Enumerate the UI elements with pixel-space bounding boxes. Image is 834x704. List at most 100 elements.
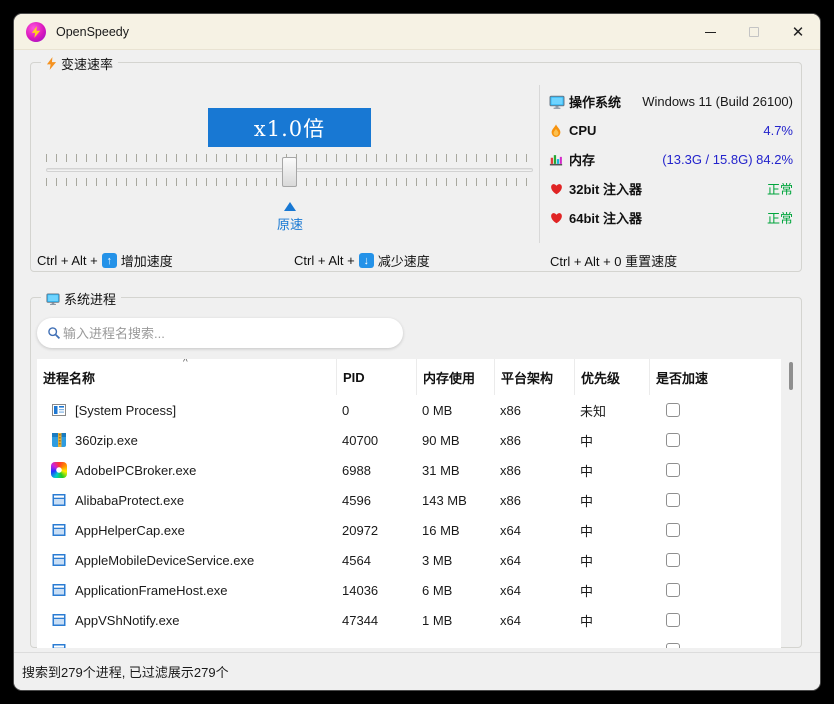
maximize-icon (749, 27, 759, 37)
system-processes-group-title: 系统进程 (41, 289, 121, 308)
table-row[interactable]: 360zip.exe4070090 MBx86中 (37, 425, 781, 455)
accelerate-checkbox[interactable] (666, 493, 680, 507)
openspeedy-window: OpenSpeedy ✕ 变速速率 x1.0倍 原速 (14, 14, 820, 690)
accelerate-cell (649, 583, 781, 597)
memory-value: (13.3G / 15.8G) 84.2% (662, 152, 793, 167)
origin-speed-marker: 原速 (250, 202, 330, 233)
injector32-info-row: 32bit 注入器 正常 (549, 174, 793, 203)
pid-cell: 0 (336, 403, 416, 418)
speed-slider[interactable] (46, 154, 533, 190)
priority-cell: 中 (574, 491, 649, 510)
memory-info-row: 内存 (13.3G / 15.8G) 84.2% (549, 145, 793, 174)
memory-cell: 16 MB (416, 523, 494, 538)
os-value: Windows 11 (Build 26100) (642, 94, 793, 109)
memory-cell: 1 MB (416, 613, 494, 628)
arch-cell: x64 (494, 553, 574, 568)
priority-cell: 中 (574, 551, 649, 570)
arch-cell: x64 (494, 523, 574, 538)
process-name-cell: 360zip.exe (37, 432, 336, 448)
accelerate-checkbox[interactable] (666, 643, 680, 648)
memory-cell: 143 MB (416, 493, 494, 508)
pid-cell: 6988 (336, 463, 416, 478)
table-row[interactable]: AdobeIPCBroker.exe 698831 MBx86中 (37, 455, 781, 485)
memory-cell: 90 MB (416, 433, 494, 448)
screen: OpenSpeedy ✕ 变速速率 x1.0倍 原速 (0, 0, 834, 704)
window-process-icon (51, 402, 67, 418)
table-row[interactable]: AppleMobileDeviceService.exe45643 MBx64中 (37, 545, 781, 575)
accelerate-cell (649, 613, 781, 627)
zip-process-icon (51, 432, 67, 448)
minimize-button[interactable] (688, 14, 732, 50)
injector32-status: 正常 (767, 179, 793, 198)
app-process-icon (51, 612, 67, 628)
down-arrow-key-icon: ↓ (359, 253, 374, 268)
priority-cell: 中 (574, 461, 649, 480)
injector64-status: 正常 (767, 208, 793, 227)
accelerate-checkbox[interactable] (666, 553, 680, 567)
close-button[interactable]: ✕ (776, 14, 820, 50)
process-name: AdobeIPCBroker.exe (75, 463, 196, 478)
accelerate-checkbox[interactable] (666, 583, 680, 597)
shortcut-decrease-speed: Ctrl + Alt + ↓ 减少速度 (294, 251, 430, 270)
search-input[interactable] (63, 326, 393, 341)
slider-handle[interactable] (282, 157, 297, 187)
column-header-arch[interactable]: 平台架构 (494, 359, 574, 395)
status-bar: 搜索到279个进程, 已过滤展示279个 (14, 652, 820, 690)
process-name: 360zip.exe (75, 433, 138, 448)
status-text: 搜索到279个进程, 已过滤展示279个 (22, 662, 229, 681)
process-name-cell: AppVShNotify.exe (37, 612, 336, 628)
column-header-accelerate[interactable]: 是否加速 (649, 359, 781, 395)
system-info-panel: 操作系统 Windows 11 (Build 26100) CPU 4.7% 内… (549, 87, 793, 232)
title-bar: OpenSpeedy ✕ (14, 14, 820, 50)
process-table-header: ^ 进程名称 PID 内存使用 平台架构 优先级 是否加速 (37, 359, 781, 395)
table-row[interactable]: AppVShNotify.exe473441 MBx64中 (37, 605, 781, 635)
monitor-icon (46, 292, 60, 306)
system-processes-group: 系统进程 ^ 进程名称 PID 内存使用 平台架构 优先级 是否加速 [Syst… (30, 297, 802, 648)
accelerate-cell (649, 463, 781, 477)
memory-cell: 31 MB (416, 463, 494, 478)
column-header-pid[interactable]: PID (336, 359, 416, 395)
priority-cell: 未知 (574, 401, 649, 420)
arch-cell: x86 (494, 463, 574, 478)
accelerate-checkbox[interactable] (666, 433, 680, 447)
vertical-separator (539, 85, 540, 243)
process-search-box (37, 318, 403, 348)
arch-cell: x64 (494, 583, 574, 598)
accelerate-cell (649, 643, 781, 648)
process-name: AppVShNotify.exe (75, 613, 180, 628)
accelerate-checkbox[interactable] (666, 403, 680, 417)
arch-cell: x64 (494, 613, 574, 628)
accelerate-checkbox[interactable] (666, 613, 680, 627)
accelerate-checkbox[interactable] (666, 523, 680, 537)
app-process-icon (51, 522, 67, 538)
table-row[interactable]: AppHelperCap.exe2097216 MBx64中 (37, 515, 781, 545)
memory-cell: 0 MB (416, 403, 494, 418)
pid-cell: 47344 (336, 613, 416, 628)
origin-speed-label: 原速 (250, 214, 330, 233)
pid-cell: 14036 (336, 583, 416, 598)
process-name: AppHelperCap.exe (75, 523, 185, 538)
maximize-button[interactable] (732, 14, 776, 50)
app-process-icon (51, 642, 67, 648)
column-header-priority[interactable]: 优先级 (574, 359, 649, 395)
app-process-icon (51, 582, 67, 598)
accelerate-checkbox[interactable] (666, 463, 680, 477)
process-name: [System Process] (75, 403, 176, 418)
table-row[interactable]: [System Process]00 MBx86未知 (37, 395, 781, 425)
lightning-icon (46, 57, 57, 70)
speed-rate-group: 变速速率 x1.0倍 原速 操作系统 (30, 62, 802, 272)
arch-cell: x86 (494, 433, 574, 448)
process-name: AlibabaProtect.exe (75, 493, 184, 508)
table-row[interactable]: ApplicationFrameHost.exe140366 MBx64中 (37, 575, 781, 605)
column-header-memory[interactable]: 内存使用 (416, 359, 494, 395)
process-name-cell: AppHelperCap.exe (37, 522, 336, 538)
arch-cell: x86 (494, 493, 574, 508)
heart-icon (549, 211, 566, 225)
minimize-icon (705, 32, 716, 33)
priority-cell: 中 (574, 431, 649, 450)
table-row-partial[interactable] (37, 635, 781, 648)
cpu-value: 4.7% (763, 123, 793, 138)
priority-cell: 中 (574, 521, 649, 540)
table-scrollbar-thumb[interactable] (789, 362, 793, 390)
table-row[interactable]: AlibabaProtect.exe4596143 MBx86中 (37, 485, 781, 515)
